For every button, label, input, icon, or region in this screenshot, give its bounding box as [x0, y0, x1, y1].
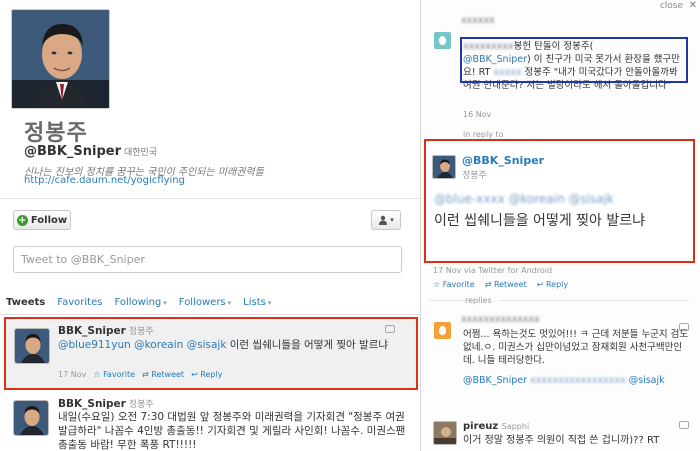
reply-author[interactable]: pireuz Sapphi [463, 420, 529, 433]
follow-button-label: Follow [30, 214, 68, 226]
reply-mention-end[interactable]: @sisajk [629, 375, 665, 386]
reply-mentions: @BBK_Sniper xxxxxxxxxxxxxxxxx @sisajk [463, 375, 665, 386]
tweet-item[interactable]: BBK_Sniper 정봉주 @blue911yun @koreain @sisa… [4, 317, 418, 390]
tweet-text: 내일(수요일) 오전 7:30 대법원 앞 정봉주와 미래권력을 기자회견 "정… [58, 411, 406, 451]
plus-icon: + [16, 214, 28, 226]
person-icon [379, 215, 388, 225]
tab-followers-label: Followers [178, 297, 226, 308]
profile-avatar[interactable] [11, 9, 110, 109]
main-tweet-handle[interactable]: @BBK_Sniper [462, 154, 544, 167]
reply-button[interactable]: ↩ Reply [191, 370, 222, 379]
profile-url-link[interactable]: http://cafe.daum.net/yogicflying [24, 175, 185, 186]
tweet-compose-input[interactable]: Tweet to @BBK_Sniper [13, 246, 402, 273]
tweet-display-name: 정봉주 [128, 327, 154, 337]
follow-button[interactable]: + Follow [13, 210, 71, 230]
reply-icon: ↩ [191, 370, 198, 379]
reply-bubble-icon[interactable] [385, 325, 395, 333]
profile-panel: 정봉주 @BBK_Sniper 대한민국 신나는 진보의 정치를 꿈꾸는 국민이 … [0, 0, 420, 451]
favorite-button[interactable]: ☆ Favorite [93, 370, 135, 379]
reply-button[interactable]: ↩ Reply [537, 280, 568, 289]
context-date[interactable]: 16 Nov [463, 110, 491, 119]
retweet-button[interactable]: ⇄ Retweet [485, 280, 527, 289]
chevron-down-icon: ▾ [267, 299, 272, 307]
reply-label: Reply [545, 280, 569, 289]
profile-tabs: Tweets Favorites Following ▾ Followers ▾ L… [0, 297, 420, 315]
tab-following-label: Following [114, 297, 162, 308]
chevron-down-icon: ▾ [227, 299, 232, 307]
avatar[interactable] [13, 400, 49, 436]
tweet-text: @blue911yun @koreain @sisajk 이런 씹쉐니들을 어떻… [58, 338, 404, 352]
tweet-display-name: 정봉주 [128, 400, 154, 410]
main-tweet-mentions: @blue-xxxx @koreain @sisajk [434, 192, 614, 206]
reply-username[interactable]: xxxxxxxxxxxxxx [461, 313, 661, 326]
context-reply-to[interactable]: in reply to [463, 130, 503, 139]
tab-lists-label: Lists [243, 297, 266, 308]
reply-text: 어쩜... 욕하는것도 멋있어!!! ㅋ 근데 저분들 누군지 검도없네.ㅇ. … [463, 329, 689, 366]
main-tweet-text: 이런 씹쉐니들을 어떻게 찢아 발르냐 [434, 213, 645, 229]
favorite-label: Favorite [442, 280, 475, 289]
reply-bubble-icon[interactable] [679, 421, 689, 429]
favorite-label: Favorite [103, 370, 136, 379]
reply-username: pireuz [463, 421, 499, 432]
close-link[interactable]: close [660, 1, 683, 11]
profile-handle-row: @BBK_Sniper 대한민국 [24, 144, 157, 159]
main-tweet-actions: ☆ Favorite ⇄ Retweet ↩ Reply [433, 280, 568, 289]
x-icon[interactable]: ✕ [689, 0, 697, 11]
retweet-label: Retweet [151, 370, 185, 379]
tweet-username: BBK_Sniper [58, 398, 126, 410]
reply-display-name: Sapphi [501, 422, 530, 431]
divider [0, 314, 420, 315]
profile-name: 정봉주 [24, 121, 88, 146]
avatar[interactable] [433, 421, 457, 445]
divider [499, 300, 689, 301]
context-username[interactable]: xxxxxx [461, 14, 691, 27]
user-menu-button[interactable]: ▾ [371, 210, 401, 230]
main-tweet-display-name: 정봉주 [462, 171, 487, 181]
tab-followers[interactable]: Followers ▾ [173, 297, 237, 315]
reply-text: 이거 정말 정봉주 의원이 직접 쓴 겁니까)?? RT [463, 435, 660, 446]
retweet-label: Retweet [493, 280, 527, 289]
tweet-meta: 17 Nov ☆ Favorite ⇄ Retweet ↩ Reply [58, 370, 222, 379]
egg-avatar-icon[interactable] [434, 322, 451, 339]
retweet-icon: ⇄ [142, 370, 149, 379]
tweet-author[interactable]: BBK_Sniper 정봉주 [58, 324, 154, 337]
star-icon: ☆ [93, 370, 101, 379]
profile-handle: @BBK_Sniper [24, 144, 121, 159]
reply-mention[interactable]: @BBK_Sniper [463, 375, 527, 386]
tweet-date[interactable]: 17 Nov [58, 370, 86, 379]
profile-location: 대한민국 [124, 148, 158, 158]
tweet-username: BBK_Sniper [58, 325, 126, 337]
avatar[interactable] [432, 155, 456, 179]
egg-avatar-icon[interactable] [434, 32, 451, 49]
main-tweet-meta: 17 Nov via Twitter for Android [433, 266, 553, 275]
tweet-author[interactable]: BBK_Sniper 정봉주 [58, 397, 154, 410]
replies-label: replies [465, 296, 492, 305]
tab-lists[interactable]: Lists ▾ [237, 297, 277, 315]
retweet-button[interactable]: ⇄ Retweet [142, 370, 184, 379]
avatar[interactable] [14, 328, 50, 364]
chevron-down-icon: ▾ [390, 216, 394, 224]
chevron-down-icon: ▾ [163, 299, 167, 307]
tweet-body: 이런 씹쉐니들을 어떻게 찢아 발르냐 [229, 339, 389, 351]
tab-tweets[interactable]: Tweets [0, 297, 51, 315]
tab-favorites[interactable]: Favorites [51, 297, 108, 315]
favorite-button[interactable]: ☆ Favorite [433, 280, 475, 289]
tweet-mentions[interactable]: @blue911yun @koreain @sisajk [58, 339, 226, 351]
reply-label: Reply [200, 370, 223, 379]
divider [0, 198, 420, 199]
highlight-box-blue [460, 37, 688, 83]
main-tweet-card: @BBK_Sniper 정봉주 @blue-xxxx @koreain @sis… [424, 139, 695, 263]
tab-following[interactable]: Following ▾ [108, 297, 172, 315]
